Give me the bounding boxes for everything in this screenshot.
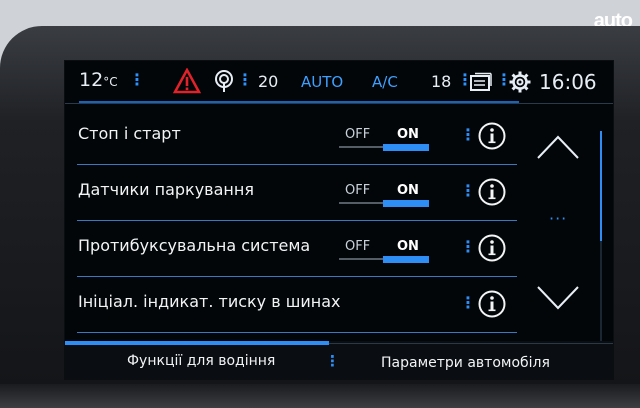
clock: 16:06	[539, 70, 597, 94]
toggle-on-label: ON	[397, 127, 419, 142]
tab-divider	[329, 343, 613, 344]
radio-signal-icon[interactable]	[213, 69, 235, 93]
toggle-active-indicator	[383, 144, 429, 151]
info-icon[interactable]	[477, 177, 507, 207]
setting-label: Датчики паркування	[78, 180, 254, 199]
right-temperature[interactable]: 18	[431, 72, 451, 91]
parking-sensors-toggle[interactable]: OFF ON	[339, 181, 431, 209]
status-menu-dots[interactable]: ⋮	[129, 70, 145, 89]
row-divider	[77, 332, 517, 333]
tab-vehicle-parameters[interactable]: Параметри автомобіля	[381, 355, 550, 371]
settings-gear-icon[interactable]	[509, 71, 531, 93]
info-icon[interactable]	[477, 289, 507, 319]
scroll-down-chevron-icon[interactable]	[535, 283, 581, 313]
setting-row-traction-control: Протибуксувальна система OFF ON ⋮	[65, 221, 517, 277]
stop-start-toggle[interactable]: OFF ON	[339, 125, 431, 153]
auto-climate-button[interactable]: AUTO	[301, 73, 343, 91]
setting-row-parking-sensors: Датчики паркування OFF ON ⋮	[65, 165, 517, 221]
toggle-active-indicator	[383, 256, 429, 263]
toggle-off-label: OFF	[345, 127, 371, 142]
bottom-tab-bar: Функції для водіння ⋮ Параметри автомобі…	[65, 341, 613, 379]
ac-button[interactable]: A/C	[372, 73, 398, 91]
row-menu-dots[interactable]: ⋮	[460, 237, 476, 256]
tab-driver-functions[interactable]: Функції для водіння	[127, 353, 275, 369]
status-divider-accent	[79, 101, 519, 103]
row-menu-dots[interactable]: ⋮	[460, 293, 476, 312]
traction-control-toggle[interactable]: OFF ON	[339, 237, 431, 265]
setting-label: Ініціал. індикат. тиску в шинах	[78, 292, 341, 311]
tab-menu-dots[interactable]: ⋮	[325, 352, 340, 370]
infotainment-screen: 12°C ⋮ ⋮ 20 AUTO A/C 18 ⋮ ⋮ 16:06 Стоп і…	[64, 60, 614, 380]
setting-label: Стоп і старт	[78, 124, 181, 143]
fan-level[interactable]: 20	[258, 72, 278, 91]
setting-row-stop-start: Стоп і старт OFF ON ⋮	[65, 109, 517, 165]
temperature-unit: °C	[103, 75, 118, 89]
row-menu-dots[interactable]: ⋮	[460, 181, 476, 200]
setting-row-tyre-pressure-init[interactable]: Ініціал. індикат. тиску в шинах ⋮	[65, 277, 517, 333]
active-tab-indicator	[65, 341, 329, 345]
outside-temperature: 12°C	[79, 69, 118, 91]
toggle-on-label: ON	[397, 239, 419, 254]
row-menu-dots[interactable]: ⋮	[460, 125, 476, 144]
status-divider	[65, 103, 613, 104]
setting-label: Протибуксувальна система	[78, 236, 311, 255]
console-bottom	[0, 384, 640, 408]
info-icon[interactable]	[477, 233, 507, 263]
scroll-up-chevron-icon[interactable]	[535, 131, 581, 161]
scroll-position-dots: ···	[549, 209, 568, 228]
temperature-value: 12	[79, 69, 104, 91]
toggle-off-label: OFF	[345, 239, 371, 254]
toggle-on-label: ON	[397, 183, 419, 198]
radio-menu-dots[interactable]: ⋮	[237, 70, 253, 89]
toggle-active-indicator	[383, 200, 429, 207]
warning-icon[interactable]	[173, 68, 201, 94]
info-icon[interactable]	[477, 121, 507, 151]
scrollbar-thumb[interactable]	[600, 131, 602, 241]
messages-icon[interactable]	[469, 72, 493, 92]
toggle-off-label: OFF	[345, 183, 371, 198]
status-bar: 12°C ⋮ ⋮ 20 AUTO A/C 18 ⋮ ⋮ 16:06	[65, 61, 613, 101]
